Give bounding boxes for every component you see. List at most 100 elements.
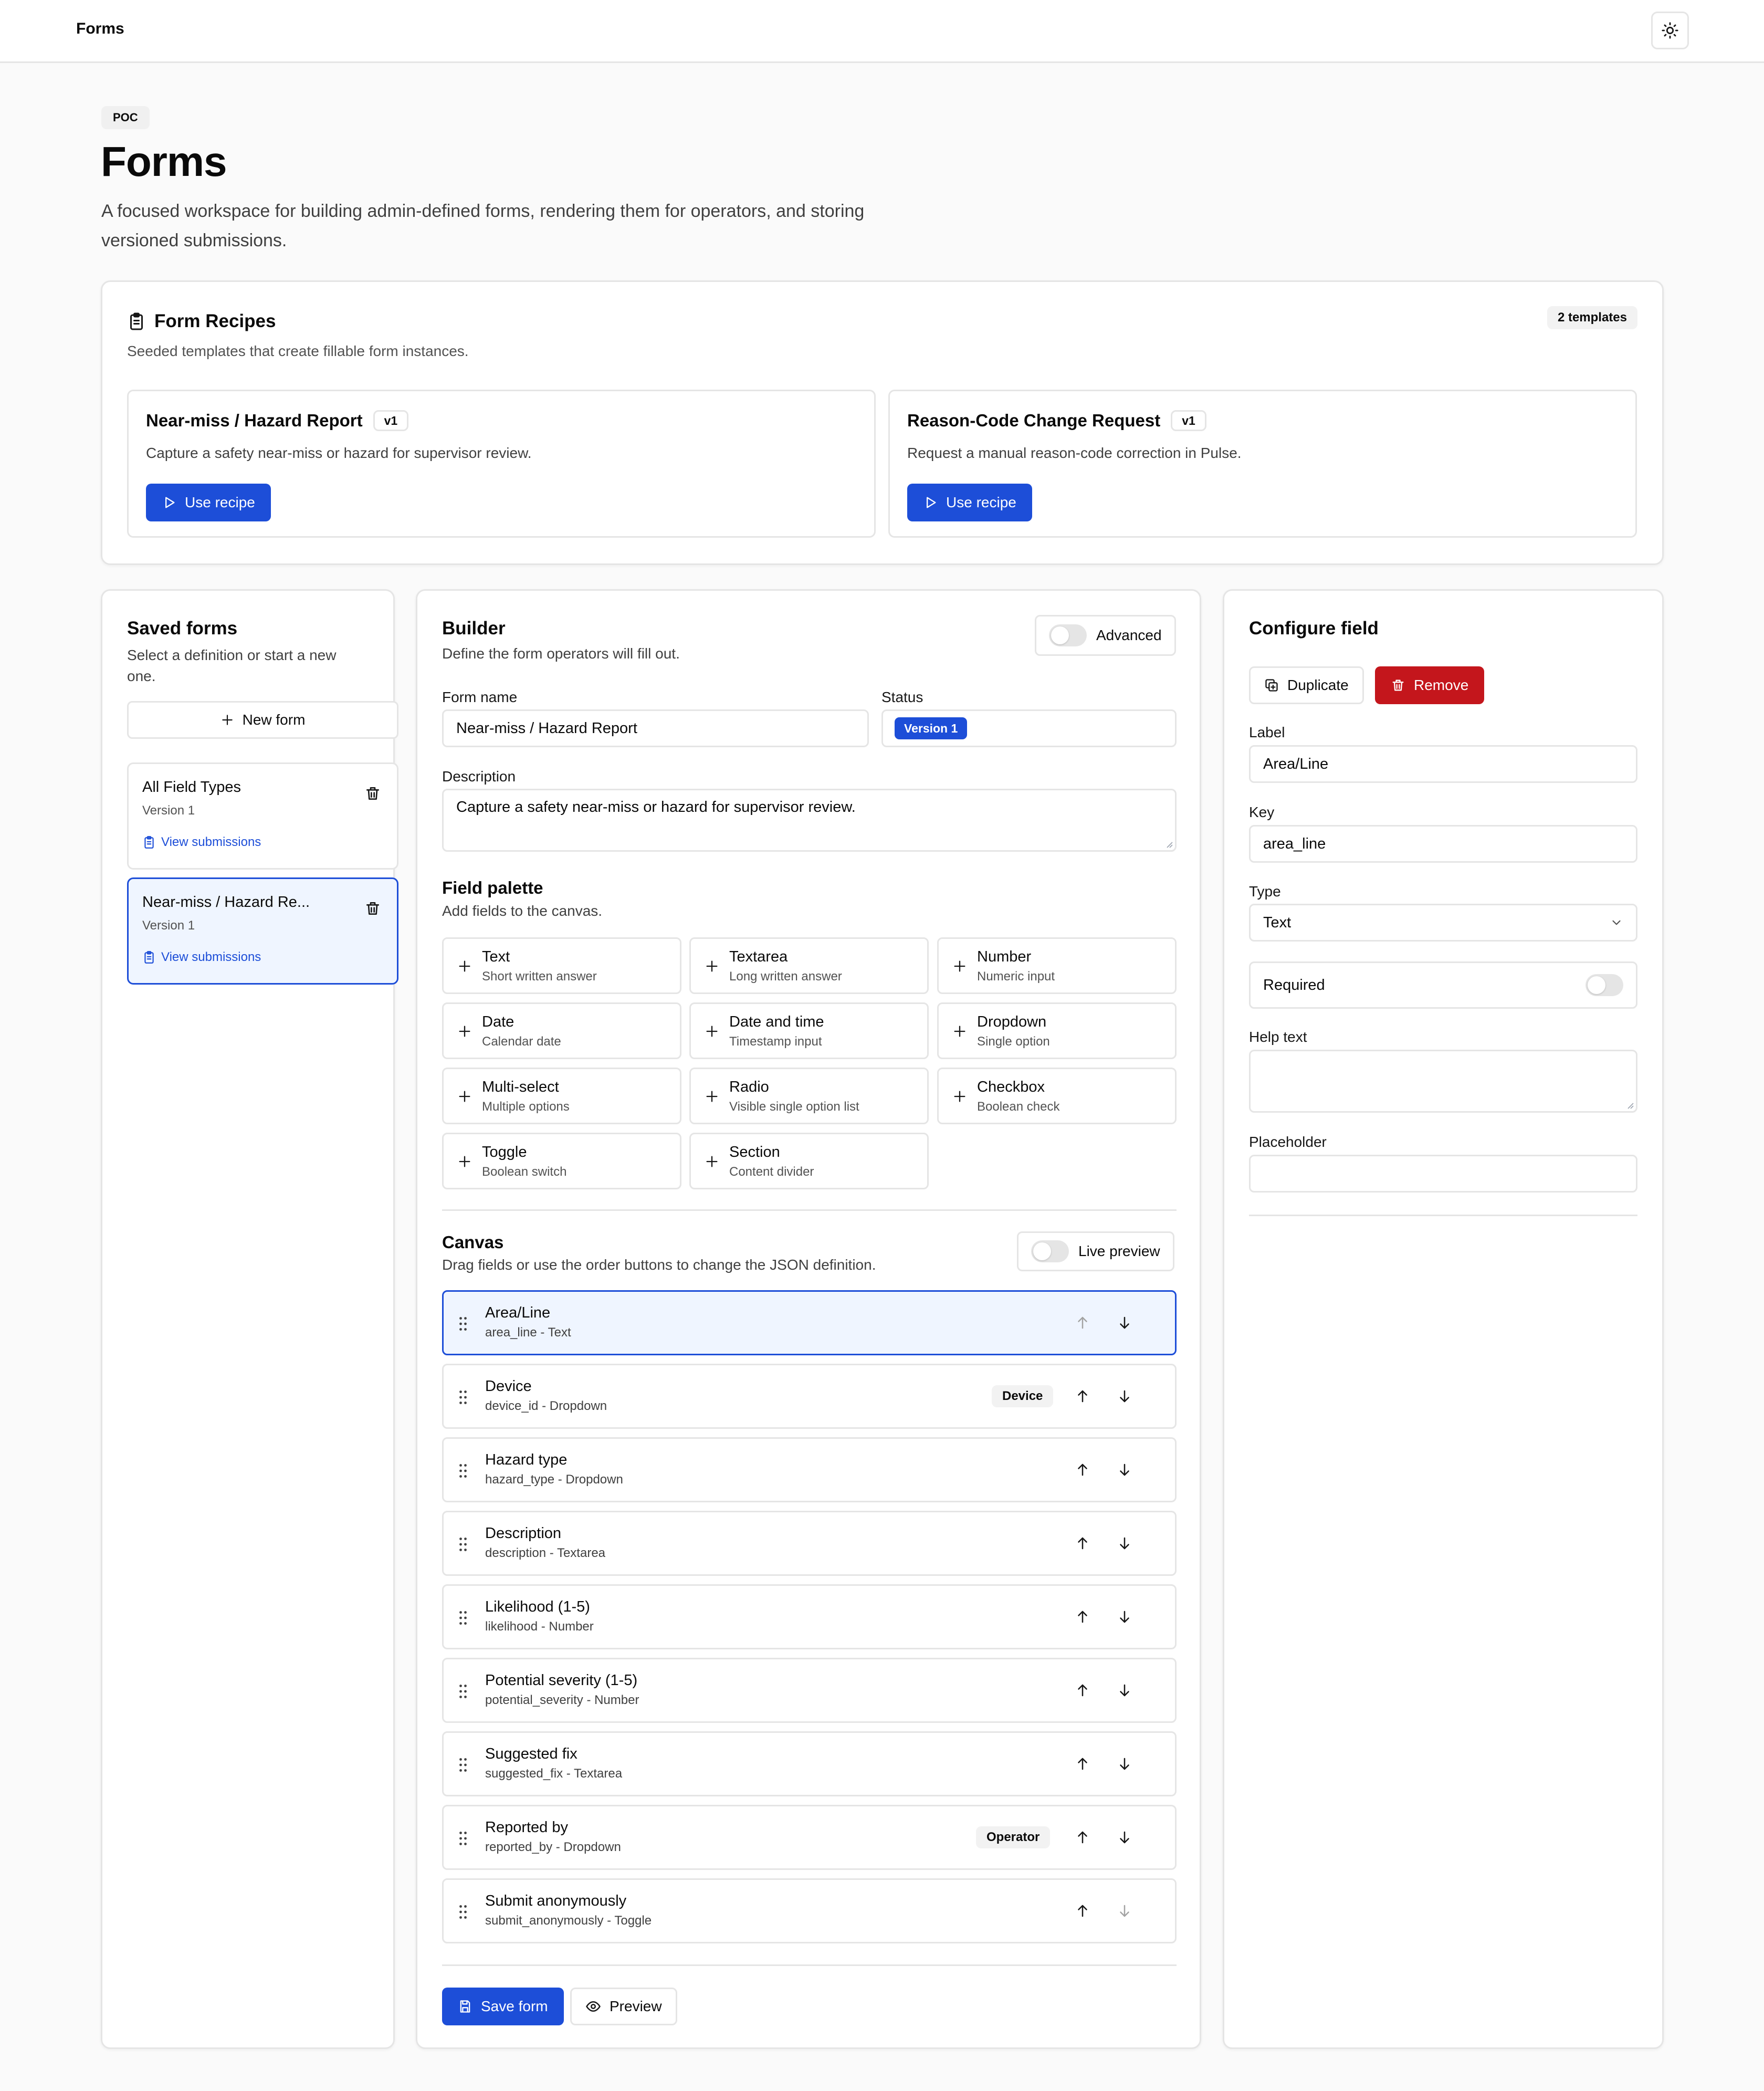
palette-item[interactable]: Dropdown Single option — [937, 1002, 1177, 1059]
help-text-textarea[interactable] — [1249, 1050, 1637, 1113]
palette-item-name: Dropdown — [977, 1013, 1047, 1030]
view-submissions-label: View submissions — [161, 950, 261, 964]
description-textarea[interactable]: Capture a safety near-miss or hazard for… — [442, 789, 1177, 852]
save-form-button[interactable]: Save form — [442, 1988, 564, 2025]
live-preview-switch[interactable] — [1031, 1240, 1069, 1262]
recipe-version-badge: v1 — [1171, 410, 1206, 431]
palette-item-name: Textarea — [729, 948, 788, 965]
placeholder-input[interactable] — [1249, 1155, 1637, 1193]
type-select[interactable]: Text — [1249, 904, 1637, 942]
recipe-card-near-miss: Near-miss / Hazard Report v1 Capture a s… — [127, 390, 876, 538]
move-up-icon[interactable] — [1075, 1609, 1090, 1625]
palette-item-name: Checkbox — [977, 1079, 1045, 1095]
palette-item-name: Date and time — [729, 1013, 824, 1030]
field-palette-subtitle: Add fields to the canvas. — [442, 903, 603, 919]
palette-item[interactable]: Section Content divider — [689, 1133, 929, 1189]
theme-toggle-button[interactable] — [1651, 12, 1689, 49]
live-preview-toggle[interactable]: Live preview — [1017, 1231, 1174, 1271]
duplicate-button[interactable]: Duplicate — [1249, 666, 1364, 704]
move-down-icon[interactable] — [1117, 1535, 1132, 1551]
canvas-field-row[interactable]: Hazard type hazard_type - Dropdown — [442, 1437, 1177, 1502]
recipes-header: Form Recipes — [127, 311, 276, 332]
clipboard-list-icon — [142, 835, 156, 849]
move-up-icon[interactable] — [1075, 1462, 1090, 1478]
advanced-toggle[interactable]: Advanced — [1035, 615, 1176, 656]
trash-icon[interactable] — [364, 785, 381, 802]
use-recipe-button[interactable]: Use recipe — [907, 484, 1032, 521]
move-up-icon[interactable] — [1075, 1388, 1090, 1404]
move-down-icon[interactable] — [1117, 1903, 1132, 1919]
saved-form-item[interactable]: Near-miss / Hazard Re... Version 1 View … — [127, 877, 398, 985]
palette-item-name: Number — [977, 948, 1032, 965]
move-up-icon[interactable] — [1075, 1682, 1090, 1698]
palette-item[interactable]: Multi-select Multiple options — [442, 1068, 681, 1124]
use-recipe-button[interactable]: Use recipe — [146, 484, 271, 521]
move-up-icon[interactable] — [1075, 1315, 1090, 1331]
move-down-icon[interactable] — [1117, 1315, 1132, 1331]
plus-icon — [952, 1089, 967, 1104]
remove-button[interactable]: Remove — [1375, 666, 1485, 704]
canvas-field-row[interactable]: Reported by reported_by - Dropdown Operato… — [442, 1805, 1177, 1870]
palette-item[interactable]: Date and time Timestamp input — [689, 1002, 929, 1059]
live-preview-label: Live preview — [1078, 1243, 1160, 1259]
drag-handle-icon[interactable] — [458, 1463, 468, 1479]
move-up-icon[interactable] — [1075, 1903, 1090, 1919]
palette-item[interactable]: Textarea Long written answer — [689, 937, 929, 994]
palette-item[interactable]: Text Short written answer — [442, 937, 681, 994]
move-down-icon[interactable] — [1117, 1462, 1132, 1478]
palette-item[interactable]: Date Calendar date — [442, 1002, 681, 1059]
plus-icon — [457, 1154, 472, 1169]
form-name-input[interactable]: Near-miss / Hazard Report — [442, 709, 869, 747]
plus-icon — [457, 1024, 472, 1039]
saved-form-item[interactable]: All Field Types Version 1 View submissio… — [127, 762, 398, 870]
move-down-icon[interactable] — [1117, 1609, 1132, 1625]
configure-field-title: Configure field — [1249, 618, 1379, 639]
canvas-field-row[interactable]: Device device_id - Dropdown Device — [442, 1364, 1177, 1429]
canvas-field-row[interactable]: Area/Line area_line - Text — [442, 1290, 1177, 1355]
move-down-icon[interactable] — [1117, 1756, 1132, 1772]
trash-icon[interactable] — [364, 900, 381, 917]
new-form-button[interactable]: New form — [127, 701, 398, 739]
palette-item[interactable]: Radio Visible single option list — [689, 1068, 929, 1124]
resize-grip-icon[interactable] — [1625, 1101, 1634, 1109]
move-down-icon[interactable] — [1117, 1682, 1132, 1698]
palette-item-description: Short written answer — [482, 969, 597, 984]
move-down-icon[interactable] — [1117, 1829, 1132, 1845]
move-up-icon[interactable] — [1075, 1756, 1090, 1772]
palette-item[interactable]: Checkbox Boolean check — [937, 1068, 1177, 1124]
preview-button[interactable]: Preview — [570, 1988, 677, 2025]
key-input[interactable]: area_line — [1249, 825, 1637, 863]
drag-handle-icon[interactable] — [458, 1389, 468, 1405]
canvas-field-label: Suggested fix — [485, 1745, 578, 1762]
label-input[interactable]: Area/Line — [1249, 745, 1637, 783]
palette-item[interactable]: Number Numeric input — [937, 937, 1177, 994]
palette-item-description: Long written answer — [729, 969, 842, 984]
plus-icon — [705, 1154, 719, 1169]
required-switch[interactable] — [1586, 974, 1623, 996]
canvas-field-row[interactable]: Likelihood (1-5) likelihood - Number — [442, 1584, 1177, 1649]
drag-handle-icon[interactable] — [458, 1536, 468, 1552]
view-submissions-link[interactable]: View submissions — [142, 950, 261, 965]
drag-handle-icon[interactable] — [458, 1316, 468, 1332]
canvas-field-row[interactable]: Description description - Textarea — [442, 1511, 1177, 1576]
canvas-field-row[interactable]: Suggested fix suggested_fix - Textarea — [442, 1731, 1177, 1796]
canvas-field-row[interactable]: Potential severity (1-5) potential_severi… — [442, 1658, 1177, 1723]
canvas-field-row[interactable]: Submit anonymously submit_anonymously - T… — [442, 1878, 1177, 1943]
palette-item-description: Timestamp input — [729, 1034, 822, 1049]
label-input-value: Area/Line — [1263, 755, 1329, 772]
plus-icon — [705, 1089, 719, 1104]
description-label: Description — [442, 768, 516, 785]
drag-handle-icon[interactable] — [458, 1831, 468, 1846]
drag-handle-icon[interactable] — [458, 1904, 468, 1920]
drag-handle-icon[interactable] — [458, 1610, 468, 1626]
move-down-icon[interactable] — [1117, 1388, 1132, 1404]
move-up-icon[interactable] — [1075, 1829, 1090, 1845]
view-submissions-link[interactable]: View submissions — [142, 835, 261, 850]
drag-handle-icon[interactable] — [458, 1757, 468, 1773]
recipe-name: Reason-Code Change Request — [907, 411, 1161, 430]
drag-handle-icon[interactable] — [458, 1684, 468, 1699]
advanced-switch[interactable] — [1049, 624, 1087, 646]
resize-grip-icon[interactable] — [1164, 840, 1173, 848]
move-up-icon[interactable] — [1075, 1535, 1090, 1551]
palette-item[interactable]: Toggle Boolean switch — [442, 1133, 681, 1189]
